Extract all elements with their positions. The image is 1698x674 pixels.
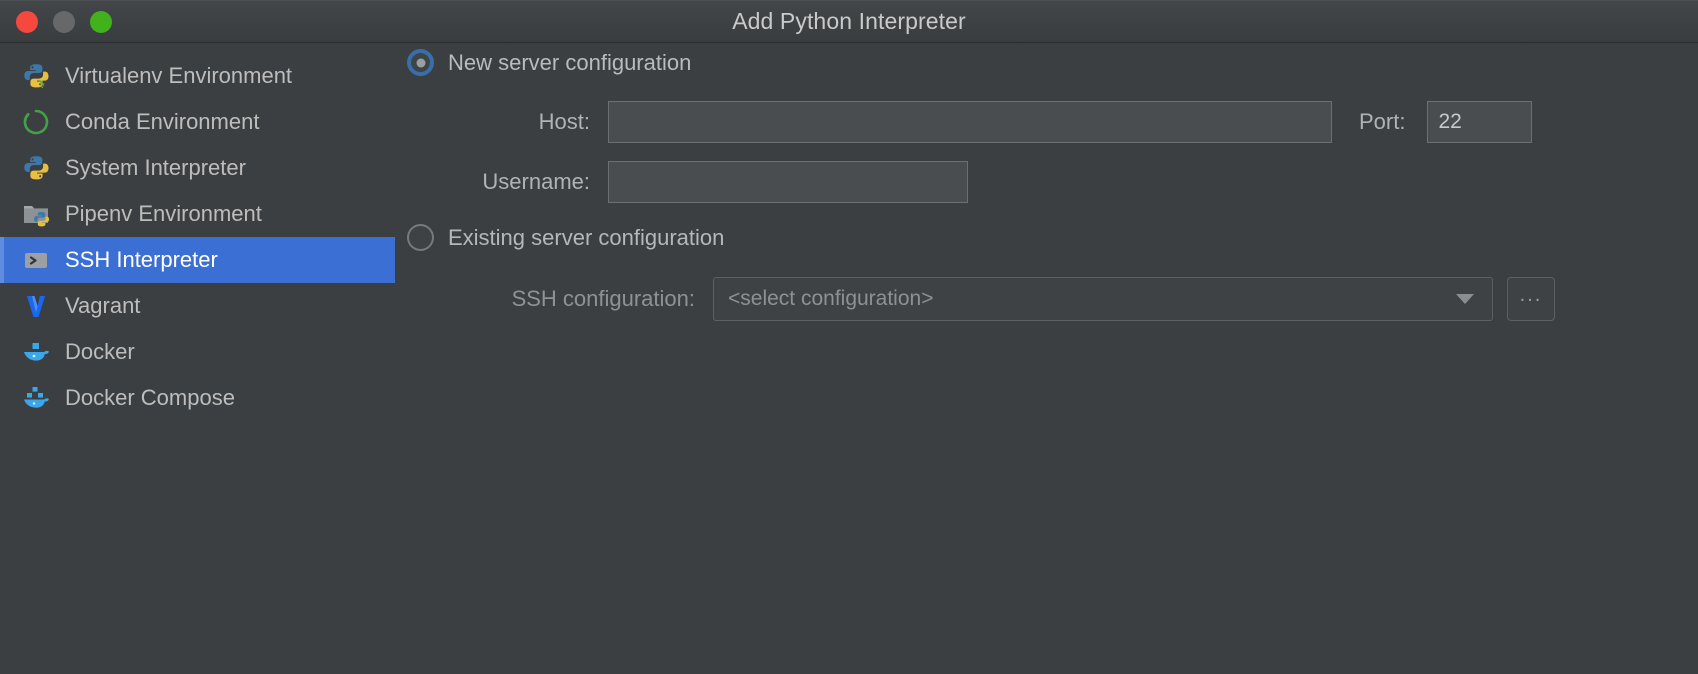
host-input[interactable] [608, 101, 1332, 143]
minimize-button[interactable] [53, 10, 75, 33]
sidebar-item-label: SSH Interpreter [65, 247, 218, 272]
close-button[interactable] [16, 10, 38, 33]
existing-server-configuration-radio[interactable] [407, 224, 434, 251]
sidebar-item-label: Pipenv Environment [65, 201, 262, 226]
ssh-configuration-label: SSH configuration: [511, 286, 695, 311]
sidebar-item-label: System Interpreter [65, 155, 246, 180]
sidebar-item-label: Conda Environment [65, 109, 260, 134]
sidebar-item-label: Virtualenv Environment [65, 63, 293, 88]
new-server-configuration-radio[interactable] [407, 49, 434, 76]
port-input[interactable]: 22 [1427, 101, 1533, 143]
maximize-button[interactable] [90, 10, 112, 33]
dialog-body: v Virtualenv Environment Conda Environme… [0, 43, 1698, 673]
python-venv-icon: v [21, 61, 51, 91]
existing-server-configuration-label: Existing server configuration [448, 224, 725, 250]
host-field-row: Host: Port: 22 [445, 101, 1533, 143]
ssh-configuration-select[interactable]: <select configuration> [713, 277, 1493, 321]
ssh-terminal-icon [21, 245, 51, 275]
sidebar-item-docker-compose[interactable]: Docker Compose [0, 375, 395, 421]
docker-compose-icon [21, 383, 51, 413]
username-input[interactable] [608, 161, 968, 203]
sidebar-item-conda-environment[interactable]: Conda Environment [0, 99, 395, 145]
sidebar-item-pipenv-environment[interactable]: Pipenv Environment [0, 191, 395, 237]
traffic-light-group [0, 10, 112, 33]
python-icon [21, 153, 51, 183]
ssh-interpreter-panel: New server configuration Host: Port: 22 … [395, 43, 1698, 673]
docker-icon [21, 337, 51, 367]
sidebar-item-docker[interactable]: Docker [0, 329, 395, 375]
sidebar-item-vagrant[interactable]: Vagrant [0, 283, 395, 329]
sidebar-item-system-interpreter[interactable]: System Interpreter [0, 145, 395, 191]
sidebar-item-label: Docker [65, 339, 135, 364]
conda-icon [21, 107, 51, 137]
ssh-configuration-browse-button[interactable]: ... [1507, 277, 1555, 321]
sidebar-item-virtualenv-environment[interactable]: v Virtualenv Environment [0, 53, 395, 99]
interpreter-type-list[interactable]: v Virtualenv Environment Conda Environme… [0, 43, 395, 673]
existing-server-configuration-radio-row[interactable]: Existing server configuration [407, 224, 724, 251]
chevron-down-icon [1456, 294, 1474, 304]
username-field-row: Username: [445, 161, 968, 203]
new-server-configuration-radio-row[interactable]: New server configuration [407, 49, 691, 76]
ssh-configuration-field-row: SSH configuration: <select configuration… [445, 277, 1555, 321]
ssh-configuration-selected-value: <select configuration> [728, 287, 934, 310]
window-title-bar: Add Python Interpreter [0, 0, 1698, 43]
new-server-configuration-label: New server configuration [448, 49, 692, 75]
window-title: Add Python Interpreter [732, 8, 966, 34]
host-label: Host: [538, 109, 590, 134]
pipenv-folder-icon [21, 199, 51, 229]
sidebar-item-label: Docker Compose [65, 385, 235, 410]
vagrant-icon [21, 291, 51, 321]
port-label: Port: [1359, 109, 1406, 134]
svg-text:v: v [40, 80, 45, 90]
sidebar-item-label: Vagrant [65, 293, 141, 318]
sidebar-item-ssh-interpreter[interactable]: SSH Interpreter [0, 237, 395, 283]
username-label: Username: [482, 169, 590, 194]
